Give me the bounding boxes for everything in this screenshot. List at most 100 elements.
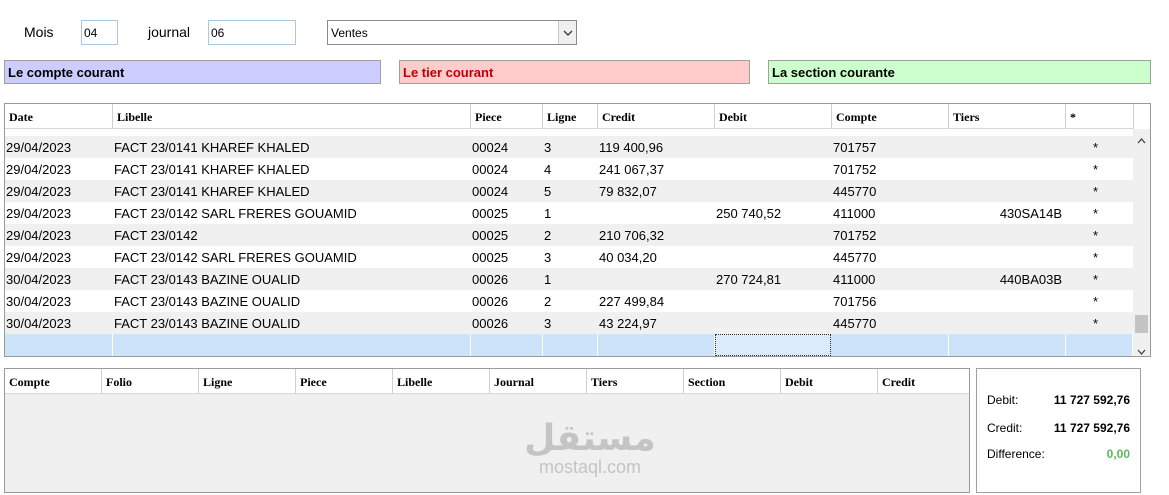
chevron-down-icon[interactable] (558, 21, 576, 44)
col-header-date[interactable]: Date (5, 104, 113, 129)
table-row[interactable]: 29/04/2023 FACT 23/0142 SARL FRERES GOUAM… (5, 202, 1133, 224)
chevron-down-icon[interactable] (1137, 343, 1146, 356)
cell-tiers[interactable] (949, 312, 1066, 334)
cell-libelle[interactable]: FACT 23/0142 SARL FRERES GOUAMID (113, 246, 471, 268)
detail-col-journal[interactable]: Journal (490, 369, 587, 394)
cell-debit[interactable] (715, 290, 832, 312)
table-row[interactable]: 30/04/2023 FACT 23/0143 BAZINE OUALID 0002… (5, 268, 1133, 290)
cell-tiers[interactable] (949, 290, 1066, 312)
col-header-tiers[interactable]: Tiers (949, 104, 1066, 129)
journal-type-select[interactable]: Ventes (327, 20, 577, 45)
cell-star[interactable]: * (1078, 246, 1112, 268)
cell-star[interactable]: * (1078, 224, 1112, 246)
cell-piece[interactable]: 00025 (471, 202, 543, 224)
detail-col-piece[interactable]: Piece (296, 369, 393, 394)
cell-compte[interactable]: 701752 (832, 224, 949, 246)
cell-star[interactable]: * (1078, 202, 1112, 224)
cell-credit[interactable]: 227 499,84 (598, 290, 715, 312)
cell-libelle[interactable]: FACT 23/0141 KHAREF KHALED (113, 136, 471, 158)
cell-ligne[interactable]: 1 (543, 268, 598, 290)
detail-col-debit[interactable]: Debit (781, 369, 878, 394)
vertical-scrollbar[interactable] (1133, 129, 1150, 356)
cell-libelle[interactable]: FACT 23/0142 (113, 224, 471, 246)
detail-grid[interactable]: Compte Folio Ligne Piece Libelle Journal… (4, 368, 970, 493)
cell-date[interactable]: 29/04/2023 (5, 246, 113, 268)
new-entry-row[interactable] (5, 334, 1133, 356)
col-header-compte[interactable]: Compte (832, 104, 949, 129)
entries-grid[interactable]: Date Libelle Piece Ligne Credit Debit Co… (4, 103, 1151, 357)
cell-compte[interactable]: 445770 (832, 246, 949, 268)
scrollbar-thumb[interactable] (1135, 315, 1148, 333)
cell-piece[interactable]: 00026 (471, 312, 543, 334)
cell-star[interactable]: * (1078, 180, 1112, 202)
cell-date[interactable]: 29/04/2023 (5, 180, 113, 202)
detail-col-compte[interactable]: Compte (5, 369, 102, 394)
cell-credit[interactable]: 43 224,97 (598, 312, 715, 334)
focused-cell[interactable] (715, 334, 831, 356)
cell-debit[interactable] (715, 224, 832, 246)
table-row[interactable]: 30/04/2023 FACT 23/0143 BAZINE OUALID 0002… (5, 290, 1133, 312)
cell-debit[interactable]: 270 724,81 (715, 268, 832, 290)
table-row[interactable]: 30/04/2023 FACT 23/0143 BAZINE OUALID 0002… (5, 312, 1133, 334)
cell-credit[interactable] (598, 202, 715, 224)
cell-debit[interactable] (715, 312, 832, 334)
journal-input[interactable]: 06 (208, 20, 296, 45)
table-row[interactable]: 29/04/2023 FACT 23/0142 00025 2 210 706,32 70… (5, 224, 1133, 246)
cell-ligne[interactable]: 3 (543, 136, 598, 158)
detail-col-ligne[interactable]: Ligne (199, 369, 296, 394)
cell-tiers[interactable] (949, 158, 1066, 180)
cell-libelle[interactable]: FACT 23/0142 SARL FRERES GOUAMID (113, 202, 471, 224)
cell-compte[interactable]: 701757 (832, 136, 949, 158)
cell-star[interactable]: * (1078, 158, 1112, 180)
cell-tiers[interactable] (949, 224, 1066, 246)
cell-piece[interactable]: 00026 (471, 268, 543, 290)
cell-tiers[interactable] (949, 246, 1066, 268)
cell-ligne[interactable]: 1 (543, 202, 598, 224)
cell-piece[interactable]: 00026 (471, 290, 543, 312)
cell-credit[interactable] (598, 268, 715, 290)
cell-date[interactable]: 29/04/2023 (5, 202, 113, 224)
detail-col-credit[interactable]: Credit (878, 369, 969, 394)
col-header-piece[interactable]: Piece (471, 104, 543, 129)
cell-ligne[interactable]: 2 (543, 290, 598, 312)
cell-credit[interactable]: 241 067,37 (598, 158, 715, 180)
cell-debit[interactable]: 250 740,52 (715, 202, 832, 224)
cell-libelle[interactable]: FACT 23/0143 BAZINE OUALID (113, 312, 471, 334)
table-row[interactable]: 29/04/2023 FACT 23/0142 SARL FRERES GOUAM… (5, 246, 1133, 268)
cell-date[interactable]: 29/04/2023 (5, 158, 113, 180)
col-header-star[interactable]: * (1066, 104, 1134, 129)
cell-piece[interactable]: 00024 (471, 136, 543, 158)
cell-ligne[interactable]: 3 (543, 312, 598, 334)
cell-debit[interactable] (715, 180, 832, 202)
cell-compte[interactable]: 701752 (832, 158, 949, 180)
cell-ligne[interactable]: 4 (543, 158, 598, 180)
cell-star[interactable]: * (1078, 290, 1112, 312)
cell-libelle[interactable]: FACT 23/0141 KHAREF KHALED (113, 158, 471, 180)
cell-libelle[interactable]: FACT 23/0143 BAZINE OUALID (113, 268, 471, 290)
cell-ligne[interactable]: 2 (543, 224, 598, 246)
cell-compte[interactable]: 701756 (832, 290, 949, 312)
cell-star[interactable]: * (1078, 136, 1112, 158)
detail-col-section[interactable]: Section (684, 369, 781, 394)
cell-compte[interactable]: 445770 (832, 180, 949, 202)
cell-piece[interactable]: 00024 (471, 180, 543, 202)
mois-input[interactable]: 04 (81, 20, 118, 45)
cell-date[interactable]: 29/04/2023 (5, 224, 113, 246)
table-row[interactable]: 29/04/2023 FACT 23/0141 KHAREF KHALED 0002… (5, 136, 1133, 158)
table-row[interactable]: 29/04/2023 FACT 23/0141 KHAREF KHALED 0002… (5, 158, 1133, 180)
cell-debit[interactable] (715, 158, 832, 180)
cell-ligne[interactable]: 5 (543, 180, 598, 202)
cell-credit[interactable]: 210 706,32 (598, 224, 715, 246)
col-header-credit[interactable]: Credit (598, 104, 715, 129)
chevron-up-icon[interactable] (1137, 132, 1146, 147)
cell-star[interactable]: * (1078, 268, 1112, 290)
col-header-libelle[interactable]: Libelle (113, 104, 471, 129)
cell-piece[interactable]: 00025 (471, 246, 543, 268)
cell-piece[interactable]: 00025 (471, 224, 543, 246)
cell-date[interactable]: 30/04/2023 (5, 290, 113, 312)
col-header-debit[interactable]: Debit (715, 104, 832, 129)
col-header-ligne[interactable]: Ligne (543, 104, 598, 129)
detail-col-folio[interactable]: Folio (102, 369, 199, 394)
cell-debit[interactable] (715, 136, 832, 158)
cell-credit[interactable]: 79 832,07 (598, 180, 715, 202)
